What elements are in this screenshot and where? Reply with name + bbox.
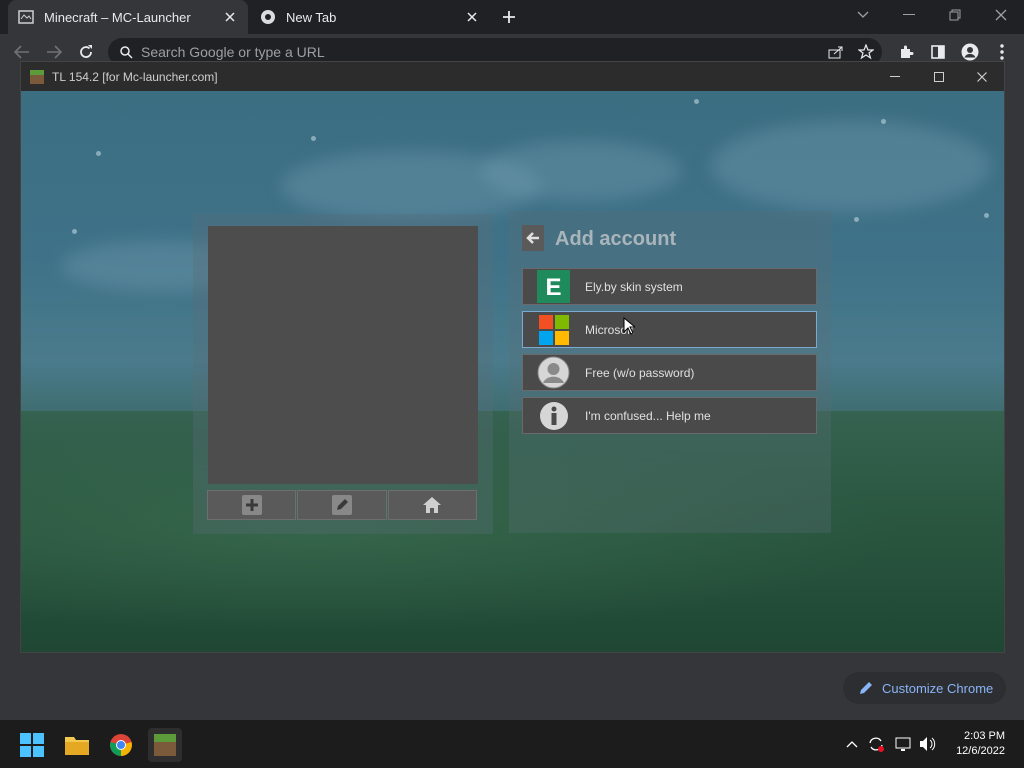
back-arrow-icon <box>526 232 540 244</box>
account-actions <box>207 490 478 520</box>
omnibox-placeholder: Search Google or type a URL <box>141 44 325 60</box>
tab-title: Minecraft – MC-Launcher <box>44 9 191 25</box>
option-microsoft[interactable]: Microsoft <box>522 311 817 348</box>
plus-icon <box>241 495 262 515</box>
launcher-background: Add account E Ely.by skin system Microso… <box>21 91 1004 652</box>
minimize-icon[interactable] <box>873 62 917 91</box>
system-clock[interactable]: 2:03 PM 12/6/2022 <box>956 729 1005 759</box>
option-label: Free (w/o password) <box>585 365 695 380</box>
clock-time: 2:03 PM <box>964 730 1005 742</box>
folder-icon <box>64 734 90 756</box>
volume-icon[interactable] <box>918 734 938 754</box>
close-window-icon[interactable] <box>978 0 1024 30</box>
account-list[interactable] <box>208 226 478 484</box>
tab-new-tab[interactable]: New Tab <box>250 0 490 34</box>
info-icon <box>537 399 570 432</box>
add-account-title: Add account <box>555 228 677 250</box>
home-button[interactable] <box>387 490 477 520</box>
home-icon <box>422 496 442 514</box>
tab-minecraft[interactable]: Minecraft – MC-Launcher <box>8 0 248 34</box>
pencil-icon <box>859 681 873 695</box>
launcher-taskbar-button[interactable] <box>148 728 182 762</box>
taskbar: 2:03 PM 12/6/2022 <box>0 720 1024 768</box>
customize-label: Customize Chrome <box>882 680 994 696</box>
option-help[interactable]: I'm confused... Help me <box>522 397 817 434</box>
minimize-icon[interactable] <box>886 0 932 30</box>
customize-chrome-button[interactable]: Customize Chrome <box>843 672 1006 704</box>
back-button[interactable] <box>522 225 544 251</box>
share-icon[interactable] <box>828 45 844 59</box>
mouse-cursor-icon <box>623 317 635 335</box>
tab-title: New Tab <box>286 9 337 25</box>
chrome-icon <box>260 9 276 25</box>
option-label: I'm confused... Help me <box>585 408 711 423</box>
restore-icon[interactable] <box>932 0 978 30</box>
chrome-button[interactable] <box>104 728 138 762</box>
close-icon[interactable] <box>464 9 480 25</box>
windows-icon <box>20 733 44 757</box>
add-account-button[interactable] <box>207 490 297 520</box>
option-free[interactable]: Free (w/o password) <box>522 354 817 391</box>
launcher-window: TL 154.2 [for Mc-launcher.com] Add accou… <box>20 61 1005 653</box>
star-icon[interactable] <box>858 44 874 60</box>
grass-block-icon <box>154 734 176 756</box>
chevron-up-icon[interactable] <box>842 734 862 754</box>
launcher-title: TL 154.2 [for Mc-launcher.com] <box>52 69 218 84</box>
new-tab-button[interactable] <box>498 6 520 28</box>
start-button[interactable] <box>15 728 49 762</box>
microsoft-icon <box>537 313 570 346</box>
maximize-icon[interactable] <box>917 62 961 91</box>
pencil-icon <box>331 495 352 515</box>
sync-icon[interactable] <box>866 734 886 754</box>
elyby-icon: E <box>537 270 570 303</box>
network-icon[interactable] <box>894 734 914 754</box>
minecraft-tab-icon <box>18 9 34 25</box>
browser-tabstrip: Minecraft – MC-Launcher New Tab <box>0 0 1024 34</box>
close-window-icon[interactable] <box>960 62 1004 91</box>
clock-date: 12/6/2022 <box>956 745 1005 757</box>
grass-block-icon <box>30 69 44 84</box>
search-icon <box>120 45 133 59</box>
svg-text:E: E <box>545 274 561 301</box>
chrome-icon <box>109 733 133 757</box>
launcher-titlebar: TL 154.2 [for Mc-launcher.com] <box>21 62 1004 91</box>
chevron-down-icon[interactable] <box>840 0 886 30</box>
close-icon[interactable] <box>222 9 238 25</box>
user-icon <box>537 356 570 389</box>
option-label: Ely.by skin system <box>585 279 683 294</box>
file-explorer-button[interactable] <box>60 728 94 762</box>
option-elyby[interactable]: E Ely.by skin system <box>522 268 817 305</box>
edit-account-button[interactable] <box>297 490 387 520</box>
